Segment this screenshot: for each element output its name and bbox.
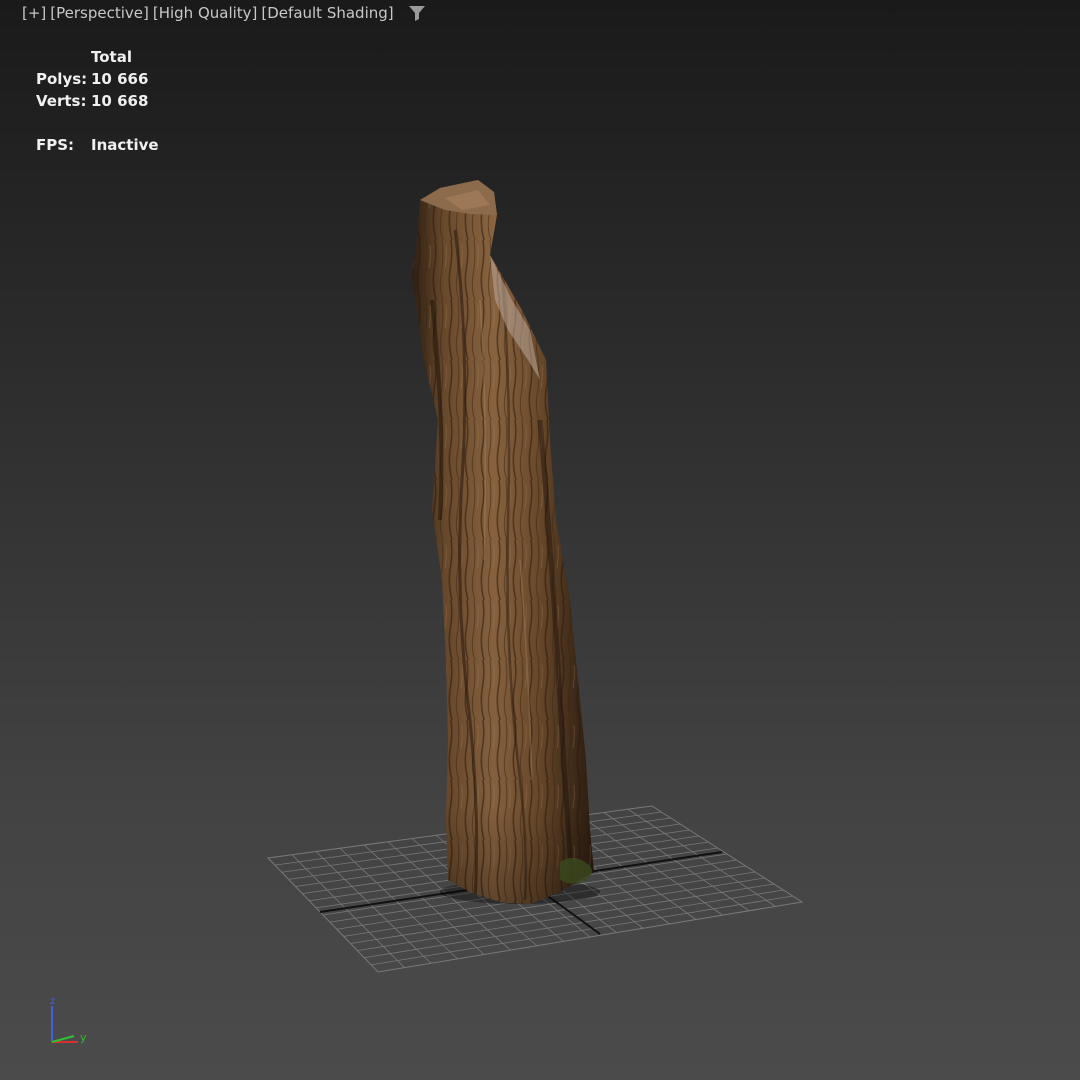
verts-value: 10 668 [91,92,149,110]
polys-label: Polys: [36,70,88,88]
funnel-icon[interactable] [408,4,426,22]
quality-menu[interactable]: [High Quality] [153,4,258,22]
point-of-view-menu[interactable]: [Perspective] [50,4,149,22]
stats-header: Total [91,48,132,66]
shading-menu[interactable]: [Default Shading] [261,4,393,22]
polys-value: 10 666 [91,70,149,88]
viewport-statistics: Total Polys: 10 666 Verts: 10 668 FPS: I… [36,46,159,156]
general-viewport-menu[interactable]: [+] [22,4,46,22]
verts-label: Verts: [36,92,87,110]
viewport-label-menu: [+] [Perspective] [High Quality] [Defaul… [22,4,426,22]
perspective-viewport[interactable]: [+] [Perspective] [High Quality] [Defaul… [0,0,1080,1080]
fps-label: FPS: [36,136,75,154]
y-axis-label: y [80,1031,87,1044]
axis-tripod-icon: z y [50,996,87,1044]
tree-trunk-model[interactable] [400,170,610,920]
z-axis-label: z [50,996,55,1007]
scene-canvas[interactable] [0,0,1080,1080]
fps-value: Inactive [91,136,159,154]
